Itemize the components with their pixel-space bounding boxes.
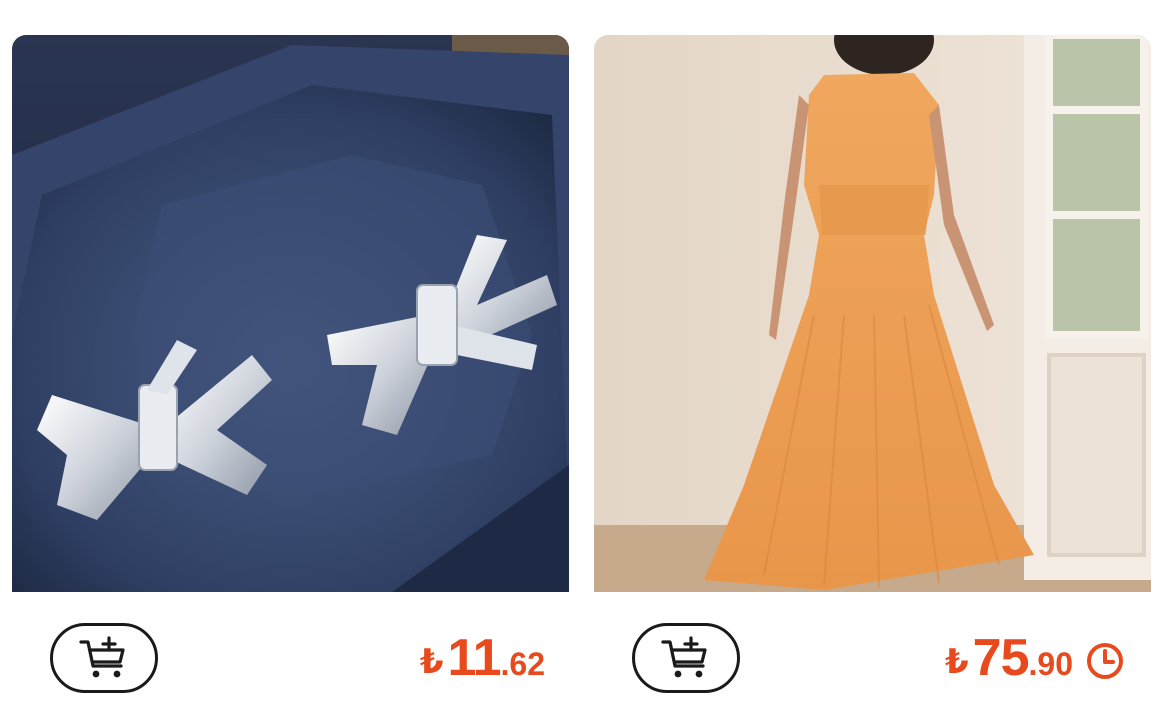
product-price: ₺ 11 .62 (420, 628, 545, 688)
price-integer: 11 (447, 629, 502, 687)
currency-symbol: ₺ (945, 643, 969, 681)
product-image-earrings[interactable] (12, 35, 569, 592)
product-image-dress[interactable] (594, 35, 1151, 592)
clock-icon (1085, 641, 1125, 686)
price-decimal: .90 (1028, 646, 1073, 682)
product-card-earrings[interactable]: ₺ 11 .62 (12, 35, 569, 706)
product-card-dress[interactable]: ₺ 75 .90 (594, 35, 1151, 706)
price-integer: 75 (972, 629, 1030, 687)
product-price: ₺ 75 .90 (945, 628, 1125, 688)
add-to-cart-button[interactable] (632, 623, 740, 693)
add-to-cart-button[interactable] (50, 623, 158, 693)
currency-symbol: ₺ (419, 643, 444, 681)
add-to-cart-icon (661, 636, 707, 678)
add-to-cart-icon (79, 636, 125, 678)
price-decimal: .62 (500, 646, 545, 682)
